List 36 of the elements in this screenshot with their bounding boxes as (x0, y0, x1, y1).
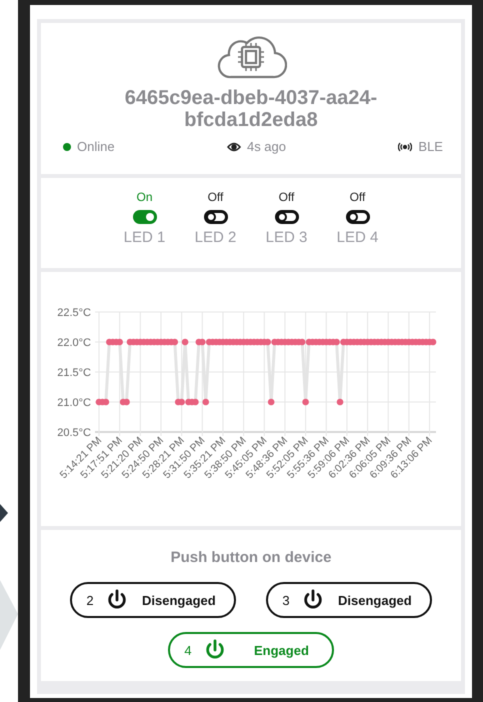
eye-icon (226, 142, 241, 152)
data-point (268, 398, 274, 406)
led-label: LED 1 (124, 229, 166, 246)
led-state: Off (208, 190, 224, 204)
power-icon (302, 589, 324, 611)
power-icon (204, 639, 226, 661)
connection-text: BLE (418, 139, 443, 154)
led-state: Off (278, 190, 294, 204)
push-button[interactable]: 4 Engaged (168, 632, 334, 668)
y-tick-label: 21.5°C (57, 367, 91, 379)
push-button[interactable]: 2 Disengaged (70, 582, 236, 618)
y-tick-label: 20.5°C (57, 427, 91, 439)
push-button-title: Push button on device (170, 549, 332, 566)
led-state: Off (350, 190, 366, 204)
data-point (182, 338, 188, 346)
data-point (302, 398, 309, 406)
led-label: LED 4 (336, 229, 378, 246)
led-toggle[interactable] (204, 210, 228, 224)
y-tick-label: 21.0°C (57, 397, 91, 409)
y-tick-label: 22.5°C (57, 307, 91, 319)
data-point (202, 398, 210, 406)
led-toggle[interactable] (346, 210, 370, 224)
led-toggle[interactable] (132, 210, 156, 224)
status-text: Online (77, 139, 115, 154)
push-button[interactable]: 3 Disengaged (266, 582, 432, 618)
led-label: LED 2 (194, 229, 236, 246)
cloud-chip-icon (215, 35, 287, 79)
last-seen-text: 4s ago (246, 139, 286, 154)
y-tick-label: 22.0°C (57, 337, 91, 349)
power-icon (106, 589, 128, 611)
led-state: On (136, 190, 152, 204)
led-toggle[interactable] (274, 210, 298, 224)
led-label: LED 3 (266, 229, 308, 246)
device-id: 6465c9ea-dbeb-4037-aa24-bfcda1d2eda8 (124, 87, 378, 131)
data-point (336, 398, 344, 406)
broadcast-icon (398, 142, 412, 152)
